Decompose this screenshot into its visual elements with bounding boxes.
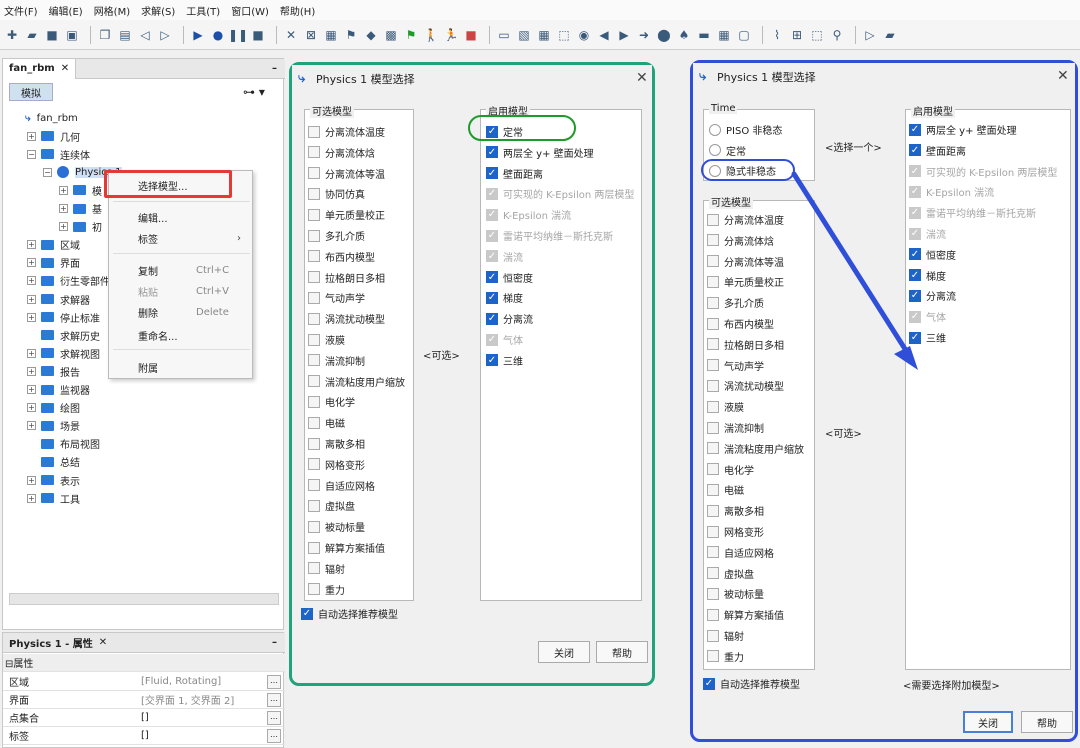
annotation-arrow xyxy=(791,171,918,370)
